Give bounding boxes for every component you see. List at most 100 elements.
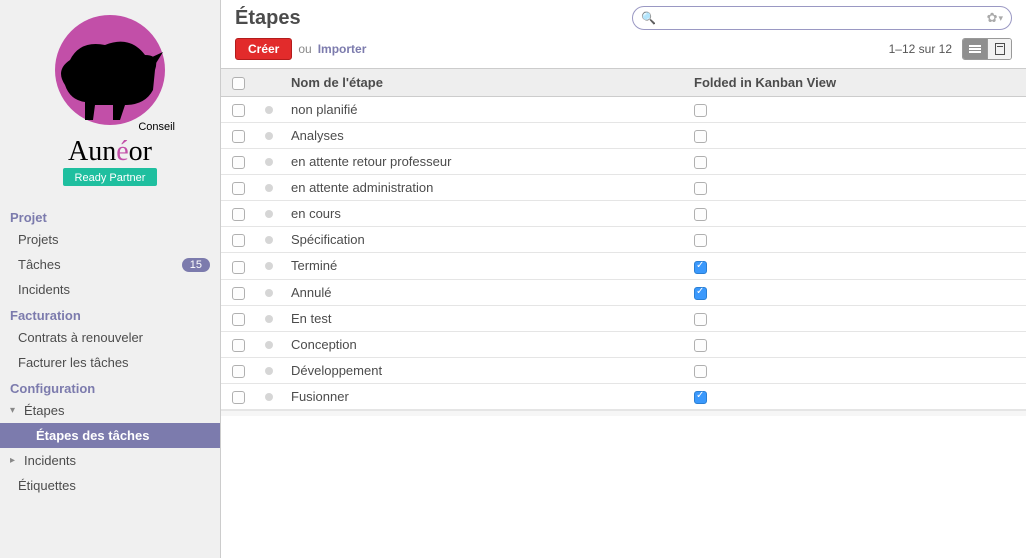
folded-checkbox[interactable] xyxy=(694,313,707,326)
col-header-name[interactable]: Nom de l'étape xyxy=(283,69,686,97)
status-dot-icon xyxy=(265,106,273,114)
stage-name-cell[interactable]: En test xyxy=(283,305,686,331)
search-box[interactable]: 🔍 ✿ ▾ xyxy=(632,6,1012,30)
import-link[interactable]: Importer xyxy=(318,42,367,56)
row-select-checkbox[interactable] xyxy=(232,130,245,143)
stage-name-cell[interactable]: Fusionner xyxy=(283,383,686,409)
sidebar-item-projets[interactable]: Projets xyxy=(0,227,220,252)
logo-badge-text: Ready Partner xyxy=(75,172,146,184)
or-text: ou xyxy=(298,42,311,56)
logo: Conseil Aunéor Ready Partner xyxy=(0,0,220,204)
table-row[interactable]: en cours xyxy=(221,201,1026,227)
logo-conseil-text: Conseil xyxy=(138,121,175,133)
brand-logo: Conseil Aunéor Ready Partner xyxy=(35,10,185,190)
status-dot-icon xyxy=(265,262,273,270)
table-row[interactable]: En test xyxy=(221,305,1026,331)
sidebar-item-incidents[interactable]: Incidents xyxy=(0,277,220,302)
sidebar-section-facturation: Facturation xyxy=(0,302,220,325)
gear-icon[interactable]: ✿ xyxy=(987,10,998,26)
stage-name-cell[interactable]: non planifié xyxy=(283,97,686,123)
stage-name-cell[interactable]: en attente retour professeur xyxy=(283,149,686,175)
folded-checkbox[interactable] xyxy=(694,365,707,378)
stage-name-cell[interactable]: en cours xyxy=(283,201,686,227)
folded-checkbox[interactable] xyxy=(694,208,707,221)
folded-checkbox[interactable] xyxy=(694,104,707,117)
table-footer xyxy=(221,410,1026,416)
sidebar-item-taches[interactable]: Tâches 15 xyxy=(0,252,220,277)
stage-name-cell[interactable]: Développement xyxy=(283,357,686,383)
row-select-checkbox[interactable] xyxy=(232,339,245,352)
list-icon xyxy=(969,44,981,54)
search-icon: 🔍 xyxy=(641,11,656,25)
stage-name-cell[interactable]: Spécification xyxy=(283,227,686,253)
folded-checkbox[interactable] xyxy=(694,182,707,195)
row-select-checkbox[interactable] xyxy=(232,391,245,404)
chevron-down-icon: ▾ xyxy=(10,405,20,416)
view-form-button[interactable] xyxy=(987,39,1011,59)
row-select-checkbox[interactable] xyxy=(232,156,245,169)
page-title: Étapes xyxy=(235,7,301,30)
status-dot-icon xyxy=(265,289,273,297)
folded-checkbox[interactable] xyxy=(694,339,707,352)
table-row[interactable]: Analyses xyxy=(221,123,1026,149)
sidebar-subitem-etapes-taches[interactable]: Étapes des tâches xyxy=(0,423,220,448)
status-dot-icon xyxy=(265,393,273,401)
badge-taches: 15 xyxy=(182,258,210,272)
folded-checkbox[interactable] xyxy=(694,156,707,169)
pager-text: 1–12 sur 12 xyxy=(889,42,952,56)
folded-checkbox[interactable] xyxy=(694,130,707,143)
stages-table: Nom de l'étape Folded in Kanban View non… xyxy=(221,68,1026,410)
gear-caret-icon[interactable]: ▾ xyxy=(998,13,1003,24)
col-header-folded[interactable]: Folded in Kanban View xyxy=(686,69,1026,97)
view-list-button[interactable] xyxy=(963,39,987,59)
status-dot-icon xyxy=(265,236,273,244)
row-select-checkbox[interactable] xyxy=(232,104,245,117)
form-icon xyxy=(995,43,1005,55)
row-select-checkbox[interactable] xyxy=(232,313,245,326)
table-row[interactable]: Terminé xyxy=(221,253,1026,279)
main: Étapes 🔍 ✿ ▾ Créer ou Importer 1–12 sur … xyxy=(220,0,1026,558)
create-button[interactable]: Créer xyxy=(235,38,292,60)
table-row[interactable]: Conception xyxy=(221,331,1026,357)
sidebar-item-etiquettes[interactable]: Étiquettes xyxy=(0,473,220,498)
stage-name-cell[interactable]: Annulé xyxy=(283,279,686,305)
table-row[interactable]: Développement xyxy=(221,357,1026,383)
status-dot-icon xyxy=(265,132,273,140)
folded-checkbox[interactable] xyxy=(694,287,707,300)
table-row[interactable]: non planifié xyxy=(221,97,1026,123)
table-row[interactable]: Annulé xyxy=(221,279,1026,305)
search-input[interactable] xyxy=(660,11,987,25)
select-all-checkbox[interactable] xyxy=(232,77,245,90)
row-select-checkbox[interactable] xyxy=(232,182,245,195)
row-select-checkbox[interactable] xyxy=(232,261,245,274)
sidebar: Conseil Aunéor Ready Partner Projet Proj… xyxy=(0,0,220,558)
stage-name-cell[interactable]: en attente administration xyxy=(283,175,686,201)
row-select-checkbox[interactable] xyxy=(232,208,245,221)
view-switcher xyxy=(962,38,1012,60)
folded-checkbox[interactable] xyxy=(694,391,707,404)
sidebar-item-config-incidents[interactable]: ▸ Incidents xyxy=(0,448,220,473)
status-dot-icon xyxy=(265,367,273,375)
table-row[interactable]: en attente administration xyxy=(221,175,1026,201)
table-row[interactable]: Spécification xyxy=(221,227,1026,253)
svg-text:Aunéor: Aunéor xyxy=(68,136,153,167)
folded-checkbox[interactable] xyxy=(694,261,707,274)
stage-name-cell[interactable]: Conception xyxy=(283,331,686,357)
sidebar-item-contrats[interactable]: Contrats à renouveler xyxy=(0,325,220,350)
folded-checkbox[interactable] xyxy=(694,234,707,247)
sidebar-section-projet: Projet xyxy=(0,204,220,227)
stage-name-cell[interactable]: Terminé xyxy=(283,253,686,279)
col-header-status xyxy=(255,69,283,97)
sidebar-item-etapes[interactable]: ▾ Étapes xyxy=(0,398,220,423)
row-select-checkbox[interactable] xyxy=(232,287,245,300)
sidebar-section-configuration: Configuration xyxy=(0,375,220,398)
status-dot-icon xyxy=(265,315,273,323)
table-row[interactable]: Fusionner xyxy=(221,383,1026,409)
table-row[interactable]: en attente retour professeur xyxy=(221,149,1026,175)
sidebar-item-facturer[interactable]: Facturer les tâches xyxy=(0,350,220,375)
row-select-checkbox[interactable] xyxy=(232,234,245,247)
status-dot-icon xyxy=(265,184,273,192)
stage-name-cell[interactable]: Analyses xyxy=(283,123,686,149)
row-select-checkbox[interactable] xyxy=(232,365,245,378)
col-header-select xyxy=(221,69,255,97)
